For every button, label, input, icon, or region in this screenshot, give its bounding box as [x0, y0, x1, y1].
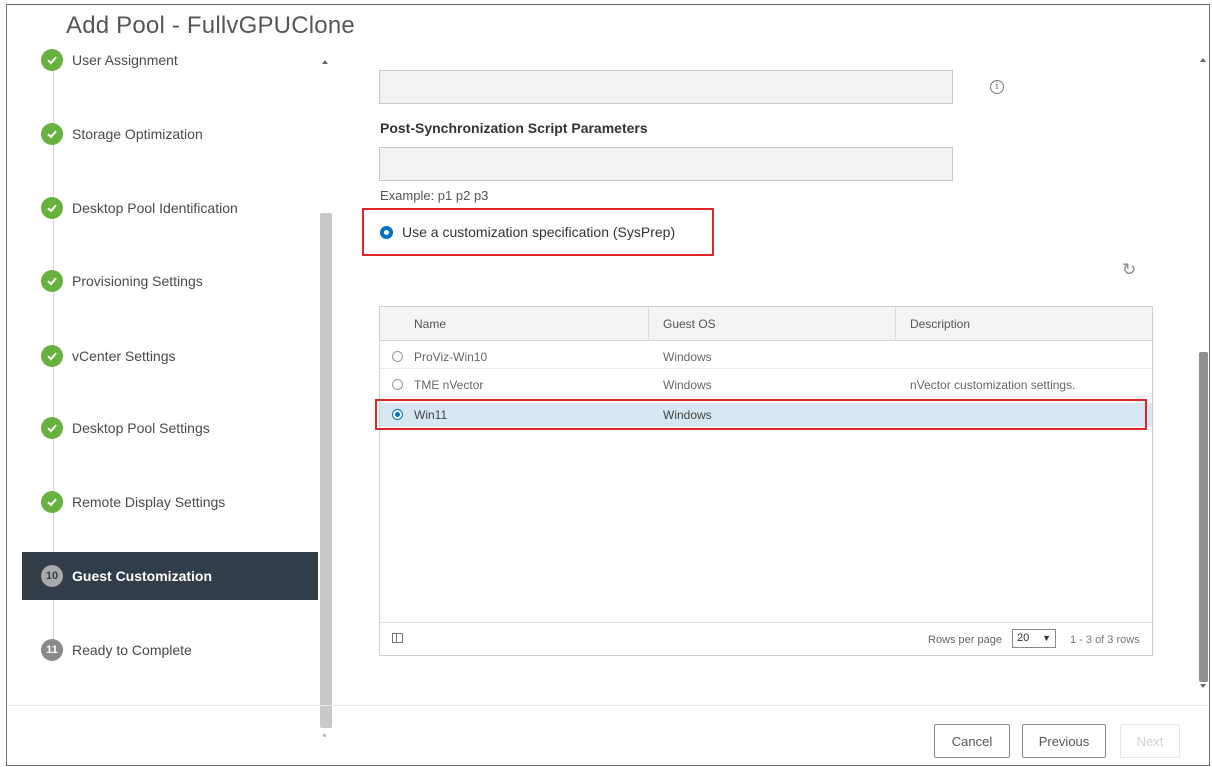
- sysprep-option[interactable]: Use a customization specification (SysPr…: [362, 208, 714, 256]
- chevron-down-icon: ▼: [1042, 633, 1051, 643]
- step-label: vCenter Settings: [72, 348, 176, 364]
- column-divider[interactable]: [895, 307, 896, 341]
- scroll-down-arrow-icon[interactable]: [323, 734, 326, 737]
- row-radio[interactable]: [392, 379, 403, 390]
- column-header-name[interactable]: Name: [414, 317, 446, 331]
- step-label: Desktop Pool Settings: [72, 420, 210, 436]
- check-icon: [41, 417, 63, 439]
- scroll-up-arrow-icon[interactable]: [1200, 58, 1206, 62]
- step-provisioning-settings[interactable]: Provisioning Settings: [22, 257, 318, 305]
- cell-guest-os: Windows: [663, 378, 712, 392]
- scroll-down-arrow-icon[interactable]: [1200, 684, 1206, 688]
- sysprep-option-label: Use a customization specification (SysPr…: [402, 224, 676, 240]
- scroll-up-arrow-icon[interactable]: [322, 60, 328, 64]
- wizard-steps-sidebar: User Assignment Storage Optimization Des…: [22, 42, 318, 692]
- check-icon: [41, 491, 63, 513]
- step-label: Desktop Pool Identification: [72, 200, 238, 216]
- check-icon: [41, 49, 63, 71]
- refresh-icon[interactable]: ↻: [1122, 260, 1136, 280]
- step-storage-optimization[interactable]: Storage Optimization: [22, 110, 318, 158]
- post-sync-params-label: Post-Synchronization Script Parameters: [380, 120, 648, 136]
- step-user-assignment[interactable]: User Assignment: [22, 42, 318, 84]
- cell-description: nVector customization settings.: [910, 378, 1076, 392]
- dialog-title: Add Pool - FullvGPUClone: [66, 12, 355, 39]
- check-icon: [41, 270, 63, 292]
- content-scroll-thumb[interactable]: [1199, 352, 1208, 682]
- rows-per-page-label: Rows per page: [928, 634, 1002, 646]
- check-icon: [41, 197, 63, 219]
- step-desktop-pool-identification[interactable]: Desktop Pool Identification: [22, 184, 318, 232]
- customization-spec-grid: Name Guest OS Description ProViz-Win10 W…: [379, 306, 1153, 656]
- grid-header: Name Guest OS Description: [380, 307, 1152, 341]
- column-toggle-icon[interactable]: [392, 633, 403, 643]
- rows-per-page-select[interactable]: 20 ▼: [1012, 629, 1056, 648]
- step-label: Ready to Complete: [72, 642, 192, 658]
- next-button[interactable]: Next: [1120, 724, 1180, 758]
- rows-per-page-value: 20: [1017, 632, 1030, 644]
- footer-divider: [7, 705, 1209, 706]
- previous-button[interactable]: Previous: [1022, 724, 1106, 758]
- example-hint: Example: p1 p2 p3: [380, 188, 489, 203]
- pager-count: 1 - 3 of 3 rows: [1070, 634, 1140, 646]
- step-label: Provisioning Settings: [72, 273, 203, 289]
- script-path-field[interactable]: [379, 70, 953, 104]
- step-label: Storage Optimization: [72, 126, 203, 142]
- check-icon: [41, 345, 63, 367]
- step-ready-to-complete[interactable]: 11 Ready to Complete: [22, 626, 318, 674]
- step-label: Guest Customization: [72, 568, 213, 584]
- step-label: User Assignment: [72, 52, 178, 68]
- column-header-description[interactable]: Description: [910, 317, 970, 331]
- sysprep-radio[interactable]: [380, 226, 393, 239]
- table-row[interactable]: TME nVector Windows nVector customizatio…: [380, 373, 1152, 397]
- sidebar-scrollbar[interactable]: [318, 48, 334, 737]
- step-number-badge: 10: [41, 565, 63, 587]
- content-scrollbar[interactable]: [1198, 48, 1210, 688]
- cell-name: TME nVector: [414, 378, 484, 392]
- check-icon: [41, 123, 63, 145]
- selected-row-callout: [375, 399, 1147, 430]
- step-label: Remote Display Settings: [72, 494, 226, 510]
- column-divider[interactable]: [648, 307, 649, 341]
- cell-guest-os: Windows: [663, 350, 712, 364]
- cancel-button[interactable]: Cancel: [934, 724, 1010, 758]
- sidebar-scroll-thumb[interactable]: [320, 213, 332, 728]
- row-radio[interactable]: [392, 351, 403, 362]
- table-row[interactable]: ProViz-Win10 Windows: [380, 345, 1152, 369]
- grid-footer: Rows per page 20 ▼ 1 - 3 of 3 rows: [380, 622, 1152, 656]
- step-vcenter-settings[interactable]: vCenter Settings: [22, 332, 318, 380]
- step-desktop-pool-settings[interactable]: Desktop Pool Settings: [22, 404, 318, 452]
- step-number-badge: 11: [41, 639, 63, 661]
- cell-name: ProViz-Win10: [414, 350, 488, 364]
- post-sync-params-input[interactable]: [379, 147, 953, 181]
- step-remote-display-settings[interactable]: Remote Display Settings: [22, 478, 318, 526]
- info-icon[interactable]: i: [990, 80, 1004, 94]
- column-header-guest-os[interactable]: Guest OS: [663, 317, 716, 331]
- step-guest-customization[interactable]: 10 Guest Customization: [22, 552, 318, 600]
